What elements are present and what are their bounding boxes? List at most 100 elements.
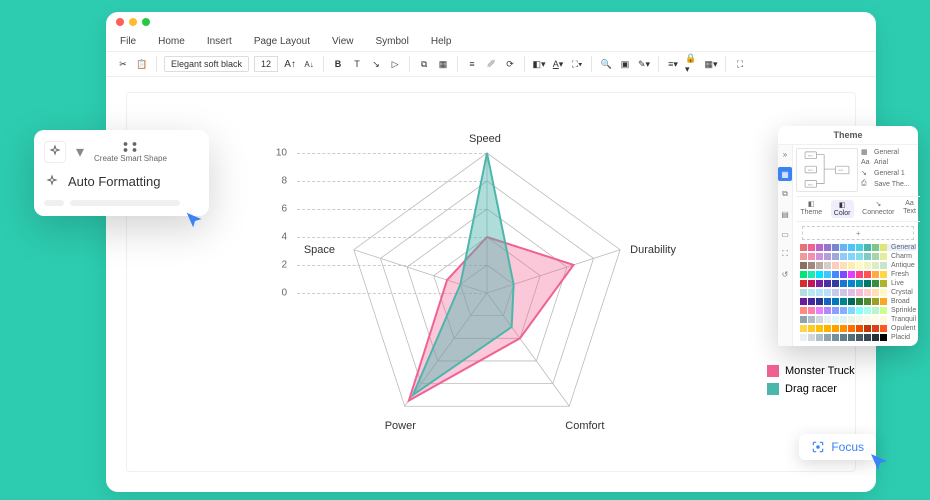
menu-item-home[interactable]: Home xyxy=(158,36,185,47)
toolbar: ✂ 📋 Elegant soft black 12 A↑ A↓ B T ↘ ▷ … xyxy=(106,52,876,77)
axis-label-comfort: Comfort xyxy=(565,420,604,432)
line-style-icon[interactable]: ≡▾ xyxy=(666,57,680,71)
clipboard-icon[interactable]: 📋 xyxy=(135,57,149,71)
crop-icon[interactable]: ⛶▾ xyxy=(570,57,584,71)
create-smart-shape-label[interactable]: Create Smart Shape xyxy=(94,154,167,164)
axis-label-power: Power xyxy=(385,420,416,432)
collapse-icon[interactable]: » xyxy=(778,147,792,161)
fill-icon[interactable]: ◧▾ xyxy=(532,57,546,71)
axis-label-space: Space xyxy=(304,244,335,256)
palette-row[interactable]: Opulent xyxy=(800,325,916,332)
cursor-icon-2 xyxy=(868,451,892,475)
palette-row[interactable]: Charm xyxy=(800,253,916,260)
theme-panel: Theme » ▦ ⧉ ▤ ▭ ⛶ ↺ texttexttexttext ▦Ge… xyxy=(778,126,918,346)
theme-tab-color[interactable]: ◧Color xyxy=(831,200,854,218)
menu-item-insert[interactable]: Insert xyxy=(207,36,232,47)
maximize-icon[interactable] xyxy=(142,18,150,26)
svg-text:text: text xyxy=(808,182,813,186)
zoom-icon[interactable]: 🔍 xyxy=(599,57,613,71)
font-color-icon[interactable]: A▾ xyxy=(551,57,565,71)
theme-panel-title: Theme xyxy=(778,126,918,145)
menu-item-page-layout[interactable]: Page Layout xyxy=(254,36,310,47)
rotate-icon[interactable]: ⟳ xyxy=(503,57,517,71)
svg-text:text: text xyxy=(808,168,813,172)
text-tool-icon[interactable]: T xyxy=(350,57,364,71)
history-icon[interactable]: ↺ xyxy=(778,267,792,281)
close-icon[interactable] xyxy=(116,18,124,26)
palette-row[interactable]: Broad xyxy=(800,298,916,305)
y-tick: 10 xyxy=(276,148,287,159)
align-icon[interactable]: ≡ xyxy=(465,57,479,71)
menu-item-help[interactable]: Help xyxy=(431,36,452,47)
focus-label: Focus xyxy=(831,440,864,454)
palette-row[interactable]: Placid xyxy=(800,334,916,341)
palette-row[interactable]: Live xyxy=(800,280,916,287)
menu-item-file[interactable]: File xyxy=(120,36,136,47)
palette-row[interactable]: Antique xyxy=(800,262,916,269)
legend-item: Drag racer xyxy=(767,383,855,395)
chevron-down-icon[interactable]: ▾ xyxy=(74,142,86,162)
focus-mode-icon[interactable]: ⛶ xyxy=(778,247,792,261)
palette-row[interactable]: Crystal xyxy=(800,289,916,296)
pen-icon[interactable]: ✎▾ xyxy=(637,57,651,71)
theme-tab-theme[interactable]: ◧Theme xyxy=(800,200,822,218)
axis-label-durability: Durability xyxy=(630,244,676,256)
titlebar xyxy=(106,12,876,32)
theme-option[interactable]: AaArial xyxy=(861,159,910,166)
legend-label: Monster Truck xyxy=(785,365,855,377)
focus-icon xyxy=(811,440,825,454)
page-icon[interactable]: ▤ xyxy=(778,207,792,221)
canvas[interactable]: 1086420 SpeedDurabilityComfortPowerSpace… xyxy=(126,92,856,472)
menu-item-symbol[interactable]: Symbol xyxy=(376,36,409,47)
font-size-input[interactable]: 12 xyxy=(254,56,278,72)
menu-item-view[interactable]: View xyxy=(332,36,354,47)
minimize-icon[interactable] xyxy=(129,18,137,26)
grid-icon[interactable]: ▦▾ xyxy=(704,57,718,71)
lock-icon[interactable]: 🔒▾ xyxy=(685,57,699,71)
menubar: File Home Insert Page Layout View Symbol Help xyxy=(106,32,876,52)
group-icon[interactable]: ▦ xyxy=(436,57,450,71)
layers-icon[interactable]: ⧉ xyxy=(417,57,431,71)
sparkle-icon-2 xyxy=(44,174,60,190)
line-tool-icon[interactable]: ↘ xyxy=(369,57,383,71)
svg-text:text: text xyxy=(808,154,813,158)
font-select[interactable]: Elegant soft black xyxy=(164,56,249,72)
theme-option[interactable]: ▦General xyxy=(861,148,910,156)
fullscreen-icon[interactable]: ⛶ xyxy=(733,57,747,71)
bold-icon[interactable]: B xyxy=(331,57,345,71)
palette-row[interactable]: Sprinkle xyxy=(800,307,916,314)
auto-formatting-title: Auto Formatting xyxy=(68,174,161,189)
palette-row[interactable]: General xyxy=(800,244,916,251)
theme-tab-text[interactable]: AaText xyxy=(903,200,916,218)
overview-icon[interactable]: ▣ xyxy=(618,57,632,71)
font-grow-icon[interactable]: A↑ xyxy=(283,57,297,71)
pointer-icon[interactable]: ▷ xyxy=(388,57,402,71)
theme-thumbnail[interactable]: text text text text xyxy=(796,148,858,192)
sparkle-icon[interactable] xyxy=(44,141,66,163)
legend-label: Drag racer xyxy=(785,383,837,395)
distribute-icon[interactable]: ␥ xyxy=(484,57,498,71)
legend-swatch xyxy=(767,383,779,395)
font-shrink-icon[interactable]: A↓ xyxy=(302,57,316,71)
palette-row[interactable]: Tranquil xyxy=(800,316,916,323)
radar-chart xyxy=(287,113,687,473)
legend: Monster Truck Drag racer xyxy=(767,365,855,401)
svg-text:text: text xyxy=(838,168,843,172)
palette-row[interactable]: Fresh xyxy=(800,271,916,278)
focus-button[interactable]: Focus xyxy=(799,434,876,460)
layers-view-icon[interactable]: ⧉ xyxy=(778,187,792,201)
axis-label-speed: Speed xyxy=(469,133,501,145)
legend-item: Monster Truck xyxy=(767,365,855,377)
cursor-icon xyxy=(184,210,206,232)
cut-icon[interactable]: ✂ xyxy=(116,57,130,71)
theme-tab-connector[interactable]: ↘Connector xyxy=(862,200,894,218)
grid-view-icon[interactable]: ▦ xyxy=(778,167,792,181)
list-icon[interactable]: ▭ xyxy=(778,227,792,241)
palette-list: General Charm Antique Fresh Live Crystal Broad… xyxy=(796,244,920,343)
theme-option[interactable]: ↘General 1 xyxy=(861,169,910,177)
add-palette-button[interactable]: + xyxy=(802,226,914,240)
auto-format-popover: ▾ Create Smart Shape Auto Formatting xyxy=(34,130,209,216)
theme-option[interactable]: ⎙Save The... xyxy=(861,180,910,188)
legend-swatch xyxy=(767,365,779,377)
theme-sidebar: » ▦ ⧉ ▤ ▭ ⛶ ↺ xyxy=(778,145,793,346)
